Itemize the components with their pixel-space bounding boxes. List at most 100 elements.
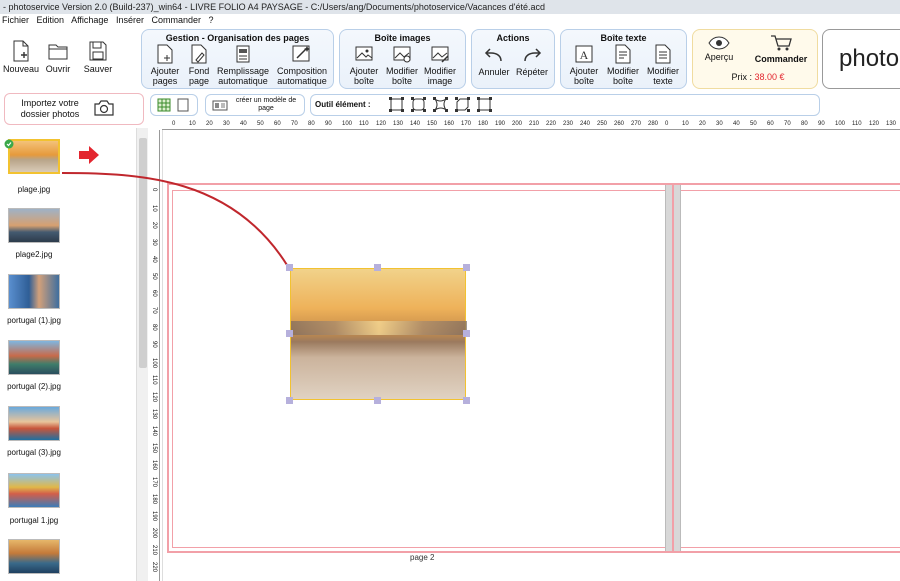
- ruler-tick: 0: [665, 121, 669, 127]
- resize-handle[interactable]: [374, 397, 381, 404]
- grid-icon[interactable]: [157, 98, 171, 112]
- resize-handle[interactable]: [286, 264, 293, 271]
- ruler-tick: 190: [495, 121, 506, 127]
- frame-concave-icon[interactable]: [433, 97, 448, 112]
- ruler-tick: 10: [189, 121, 196, 127]
- price-display: Prix : 38.00 €: [731, 72, 785, 82]
- resize-handle[interactable]: [286, 330, 293, 337]
- ruler-tick: 120: [151, 392, 157, 403]
- ruler-tick: 190: [151, 511, 157, 522]
- edit-image-box-icon: [393, 46, 411, 63]
- ruler-tick: 60: [151, 290, 157, 297]
- add-page-icon: [157, 44, 173, 64]
- ruler-tick: 50: [151, 273, 157, 280]
- frame-rounded-icon[interactable]: [411, 97, 426, 112]
- ruler-tick: 120: [869, 121, 880, 127]
- template-icon: [212, 100, 228, 111]
- toolbar: Nouveau Ouvrir Sauver Gestion - Organisa…: [0, 26, 900, 92]
- frame-square-icon[interactable]: [389, 97, 404, 112]
- create-template-button[interactable]: créer un modèle de page: [205, 94, 305, 116]
- autofill-button[interactable]: Remplissage automatique: [216, 44, 270, 86]
- ruler-tick: 250: [597, 121, 608, 127]
- ruler-tick: 150: [427, 121, 438, 127]
- ruler-tick: 130: [393, 121, 404, 127]
- ruler-tick: 0: [172, 121, 176, 127]
- photo-thumbnail: [8, 473, 60, 508]
- order-button[interactable]: Commander: [753, 34, 809, 64]
- edit-text-box-button[interactable]: Modifier boîte: [603, 44, 643, 86]
- ruler-tick: 180: [151, 494, 157, 505]
- menu-edition[interactable]: Edition: [37, 15, 65, 25]
- resize-handle[interactable]: [463, 264, 470, 271]
- ruler-tick: 160: [444, 121, 455, 127]
- ruler-tick: 90: [151, 341, 157, 348]
- ruler-tick: 110: [151, 375, 157, 385]
- import-photos-button[interactable]: Importez votre dossier photos: [4, 93, 144, 125]
- ruler-tick: 40: [733, 121, 740, 127]
- menu-inserer[interactable]: Insérer: [116, 15, 144, 25]
- eye-icon: [708, 36, 730, 50]
- ruler-tick: 80: [308, 121, 315, 127]
- ruler-tick: 280: [648, 121, 659, 127]
- ruler-tick: 180: [478, 121, 489, 127]
- autocompose-button[interactable]: Composition automatique: [270, 44, 334, 86]
- edit-text-box-icon: [615, 44, 631, 64]
- photo-thumbnail: [8, 139, 60, 174]
- resize-handle[interactable]: [374, 264, 381, 271]
- add-pages-button[interactable]: Ajouter pages: [145, 44, 185, 86]
- menu-bar: Fichier Edition Affichage Insérer Comman…: [0, 14, 900, 26]
- camera-icon: [94, 100, 114, 116]
- background-button[interactable]: Fond page: [184, 44, 214, 86]
- new-button[interactable]: Nouveau: [3, 40, 39, 74]
- ruler-tick: 120: [376, 121, 387, 127]
- ruler-tick: 90: [325, 121, 332, 127]
- ruler-tick: 110: [359, 121, 369, 127]
- edit-image-button[interactable]: Modifier image: [422, 44, 458, 86]
- drag-arrow-icon: [79, 146, 99, 164]
- undo-arrow-icon: [484, 48, 502, 62]
- add-text-box-button[interactable]: A Ajouter boîte: [564, 44, 604, 86]
- ruler-tick: 80: [801, 121, 808, 127]
- menu-commander[interactable]: Commander: [152, 15, 202, 25]
- menu-help[interactable]: ?: [209, 15, 214, 25]
- photo-thumbnail: [8, 340, 60, 375]
- ruler-tick: 60: [274, 121, 281, 127]
- ruler-tick: 50: [257, 121, 264, 127]
- menu-fichier[interactable]: Fichier: [2, 15, 29, 25]
- element-tool-bar: Outil élément :: [310, 94, 820, 116]
- ruler-tick: 30: [716, 121, 723, 127]
- edit-image-icon: [431, 46, 449, 63]
- edit-image-box-button[interactable]: Modifier boîte: [384, 44, 420, 86]
- photo-thumbnail: [8, 274, 60, 309]
- album-canvas[interactable]: page 2: [62, 130, 900, 581]
- frame-plain-icon[interactable]: [477, 97, 492, 112]
- frame-tools: [389, 97, 492, 112]
- add-image-box-button[interactable]: Ajouter boîte: [344, 44, 384, 86]
- menu-affichage[interactable]: Affichage: [71, 15, 108, 25]
- ruler-tick: 30: [223, 121, 230, 127]
- save-button[interactable]: Sauver: [80, 40, 116, 74]
- resize-handle[interactable]: [463, 397, 470, 404]
- horizontal-ruler: 0 10 20 30 40 50 60 70 80 90 100 110 120 130 140 150 160…: [162, 120, 900, 130]
- resize-handle[interactable]: [463, 330, 470, 337]
- ruler-tick: 130: [886, 121, 897, 127]
- undo-button[interactable]: Annuler: [474, 47, 514, 77]
- autofill-icon: [236, 45, 250, 63]
- open-button[interactable]: Ouvrir: [42, 40, 74, 74]
- magic-wand-icon: [292, 45, 310, 62]
- ruler-tick: 200: [151, 528, 157, 539]
- ruler-tick: 150: [151, 443, 157, 454]
- ruler-tick: 60: [767, 121, 774, 127]
- ruler-tick: 170: [461, 121, 472, 127]
- redo-button[interactable]: Répéter: [512, 47, 552, 77]
- frame-cut-corner-icon[interactable]: [455, 97, 470, 112]
- page-label: page 2: [410, 553, 435, 562]
- ruler-tick: 10: [682, 121, 689, 127]
- ruler-tick: 40: [240, 121, 247, 127]
- ruler-tick: 200: [512, 121, 523, 127]
- page-view-icon[interactable]: [177, 98, 189, 112]
- edit-text-button[interactable]: Modifier texte: [643, 44, 683, 86]
- resize-handle[interactable]: [286, 397, 293, 404]
- ruler-tick: 270: [631, 121, 642, 127]
- preview-button[interactable]: Aperçu: [701, 36, 737, 62]
